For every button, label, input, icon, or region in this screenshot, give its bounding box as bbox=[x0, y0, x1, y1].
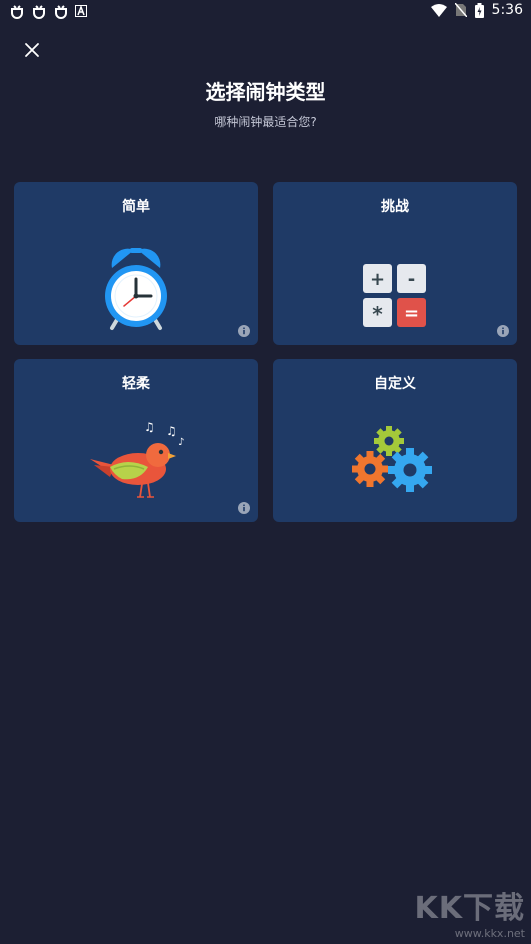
status-bar: 5:36 bbox=[0, 0, 531, 24]
calculator-icon: + - * = bbox=[363, 264, 426, 327]
close-icon bbox=[25, 43, 39, 57]
svg-text:♪: ♪ bbox=[178, 437, 184, 448]
svg-text:♫: ♫ bbox=[144, 420, 155, 434]
alarm-type-simple-card[interactable]: 简单 bbox=[14, 182, 258, 345]
calc-key-plus: + bbox=[370, 269, 385, 290]
info-icon[interactable] bbox=[238, 502, 250, 514]
calc-key-multiply: * bbox=[372, 302, 383, 326]
svg-text:♫: ♫ bbox=[166, 424, 177, 438]
alarm-type-gentle-card[interactable]: 轻柔 ♫ ♫ ♪ bbox=[14, 359, 258, 522]
calc-key-equals: = bbox=[404, 303, 419, 324]
alarm-type-custom-card[interactable]: 自定义 bbox=[273, 359, 517, 522]
watermark-url: www.kkx.net bbox=[454, 927, 525, 940]
status-system: 5:36 bbox=[430, 2, 523, 18]
card-label: 简单 bbox=[122, 199, 150, 215]
singing-bird-icon: ♫ ♫ ♪ bbox=[90, 420, 184, 498]
gears-icon bbox=[352, 426, 432, 492]
calc-key-minus: - bbox=[408, 269, 415, 290]
close-button[interactable] bbox=[20, 38, 44, 62]
card-label: 轻柔 bbox=[122, 376, 150, 392]
card-label: 自定义 bbox=[374, 376, 416, 392]
watermark: KK下载 www.kkx.net bbox=[415, 883, 526, 940]
dialog-title: 选择闹钟类型 bbox=[205, 80, 326, 104]
bug-icon bbox=[55, 5, 67, 19]
no-sim-icon bbox=[454, 3, 467, 17]
wifi-icon bbox=[430, 4, 447, 17]
dialog-subtitle: 哪种闹钟最适合您? bbox=[214, 115, 317, 129]
status-notifications bbox=[9, 3, 87, 19]
bug-icon bbox=[33, 5, 45, 19]
status-time: 5:36 bbox=[491, 2, 523, 18]
info-icon[interactable] bbox=[238, 325, 250, 337]
info-icon[interactable] bbox=[497, 325, 509, 337]
bug-icon bbox=[11, 5, 23, 19]
card-label: 挑战 bbox=[381, 199, 409, 215]
alarm-clock-icon bbox=[105, 248, 167, 330]
alarm-type-challenge-card[interactable]: 挑战 + - * = bbox=[273, 182, 517, 345]
watermark-logo: KK下载 bbox=[414, 891, 525, 926]
battery-charging-icon bbox=[474, 2, 484, 18]
a-box-icon bbox=[75, 5, 87, 17]
